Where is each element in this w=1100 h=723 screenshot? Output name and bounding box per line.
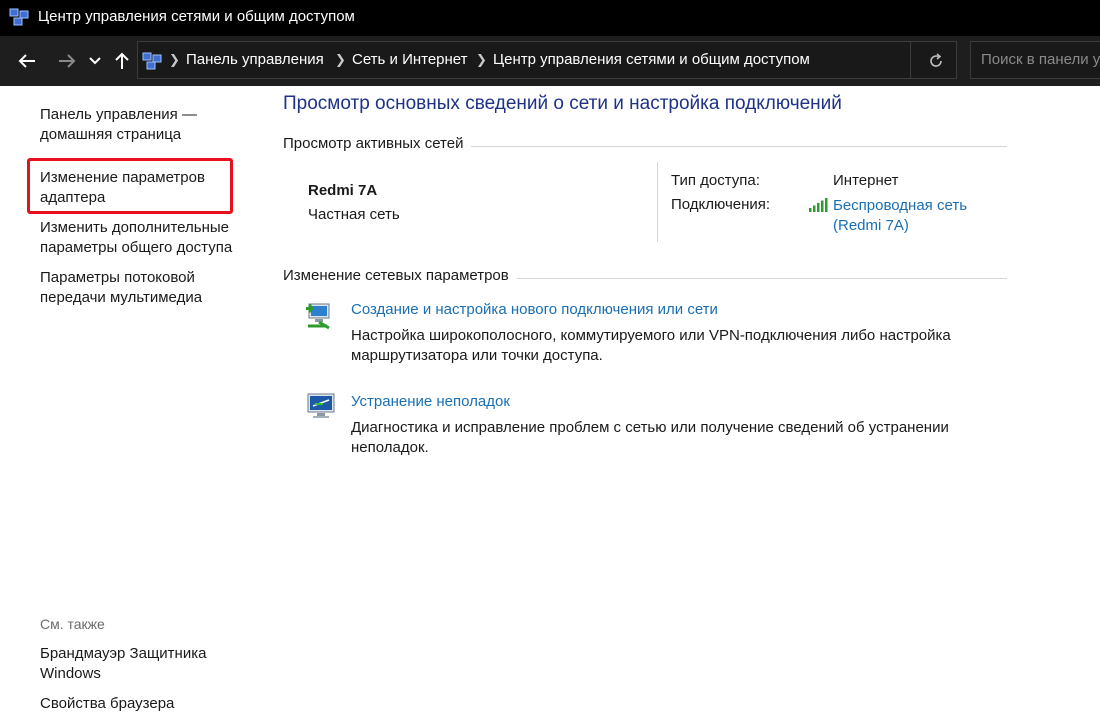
network-category: Частная сеть (308, 206, 400, 223)
access-type-label: Тип доступа: (671, 172, 760, 189)
control-panel-icon (142, 52, 162, 70)
troubleshoot-description: Диагностика и исправление проблем с сеть… (351, 419, 949, 456)
connections-label: Подключения: (671, 196, 771, 213)
search-input[interactable]: Поиск в панели у (970, 41, 1100, 79)
section-divider (517, 278, 1007, 279)
network-name: Redmi 7A (308, 182, 378, 199)
sidebar: Панель управления — домашняя страница Из… (0, 86, 262, 723)
title-bar: Центр управления сетями и общим доступом (0, 0, 1100, 36)
address-bar[interactable]: ❯ Панель управления ❯ Сеть и Интернет ❯ … (137, 41, 957, 79)
address-divider (910, 42, 911, 78)
refresh-button[interactable] (924, 49, 948, 73)
chevron-down-icon (89, 57, 101, 65)
main-content: Просмотр основных сведений о сети и наст… (262, 86, 1100, 723)
troubleshoot-icon (307, 393, 335, 418)
refresh-icon (930, 53, 942, 67)
breadcrumb-separator-icon[interactable]: ❯ (335, 52, 346, 68)
windows-firewall-link[interactable]: Брандмауэр Защитника Windows (40, 644, 250, 684)
access-type-value: Интернет (833, 172, 899, 189)
wireless-connection-link[interactable]: Беспроводная сеть (Redmi 7A) (833, 196, 1003, 236)
breadcrumb-network-internet[interactable]: Сеть и Интернет (352, 51, 468, 68)
back-button[interactable] (14, 48, 40, 74)
arrow-right-icon (59, 54, 76, 68)
change-adapter-settings-link[interactable]: Изменение параметров адаптера (40, 168, 250, 208)
new-connection-icon (306, 303, 330, 330)
recent-locations-button[interactable] (84, 48, 106, 74)
active-networks-header: Просмотр активных сетей (283, 135, 472, 152)
section-divider (462, 146, 1007, 147)
wifi-signal-icon (809, 198, 828, 212)
troubleshoot-link[interactable]: Устранение неполадок (351, 393, 510, 410)
breadcrumb-network-center[interactable]: Центр управления сетями и общим доступом (493, 51, 810, 68)
breadcrumb-control-panel[interactable]: Панель управления (186, 51, 324, 68)
see-also-heading: См. также (40, 616, 105, 632)
page-title: Просмотр основных сведений о сети и наст… (283, 93, 842, 114)
arrow-left-icon (18, 54, 35, 68)
breadcrumb-separator-icon[interactable]: ❯ (476, 52, 487, 68)
forward-button[interactable] (54, 48, 80, 74)
up-button[interactable] (109, 48, 135, 74)
change-settings-header: Изменение сетевых параметров (283, 267, 517, 284)
network-info-divider (657, 162, 658, 242)
control-panel-home-link[interactable]: Панель управления — домашняя страница (40, 105, 250, 145)
browser-properties-link[interactable]: Свойства браузера (40, 694, 250, 714)
advanced-sharing-settings-link[interactable]: Изменить дополнительные параметры общего… (40, 218, 250, 258)
setup-new-connection-link[interactable]: Создание и настройка нового подключения … (351, 301, 718, 318)
media-streaming-options-link[interactable]: Параметры потоковой передачи мультимедиа (40, 268, 250, 308)
setup-new-connection-description: Настройка широкополосного, коммутируемог… (351, 327, 951, 364)
window-title: Центр управления сетями и общим доступом (38, 8, 355, 25)
breadcrumb-separator-icon[interactable]: ❯ (169, 52, 180, 68)
arrow-up-icon (115, 52, 129, 69)
network-center-icon (9, 8, 29, 26)
navigation-bar: ❯ Панель управления ❯ Сеть и Интернет ❯ … (0, 36, 1100, 86)
